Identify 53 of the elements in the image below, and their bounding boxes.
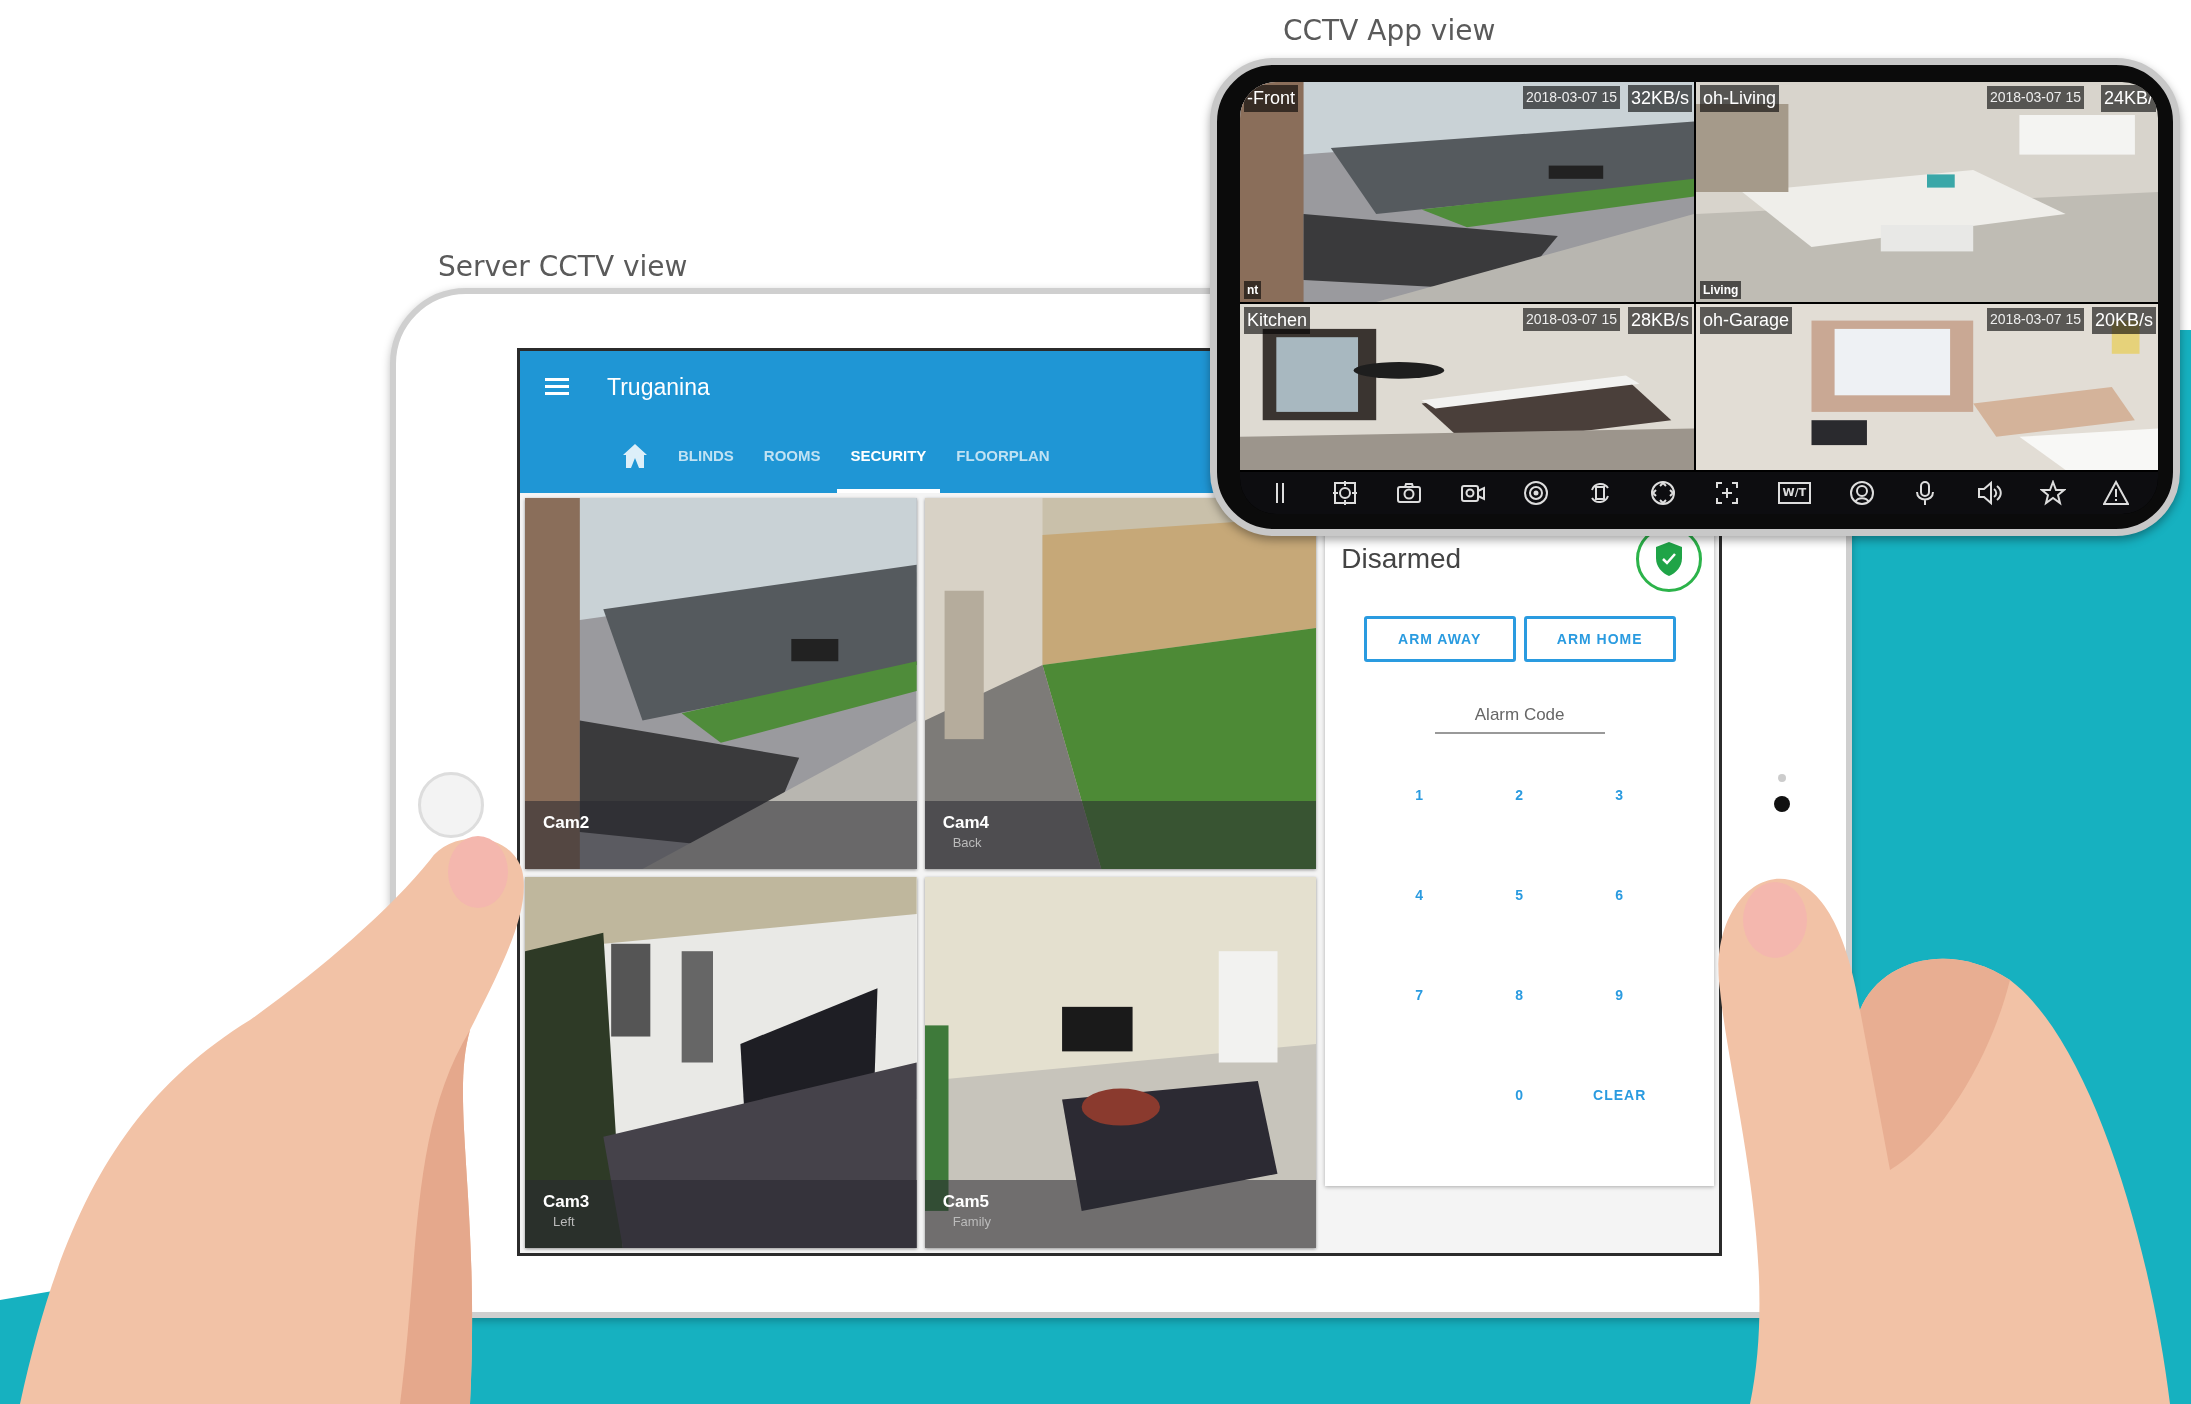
shield-check-icon [1654, 541, 1684, 577]
camera-location: Back [951, 834, 983, 853]
camera-name: Cam5 [942, 1192, 990, 1213]
camera-lens-icon [1774, 796, 1790, 812]
keypad-key[interactable]: 8 [1469, 945, 1570, 1046]
alarm-status: Disarmed [1341, 542, 1462, 576]
bitrate: 24KB/ [2100, 85, 2156, 112]
camera-location: Family [951, 1213, 992, 1232]
target-icon[interactable] [1523, 480, 1550, 506]
bitrate: 32KB/s [1627, 85, 1692, 112]
keypad-key[interactable]: 5 [1469, 845, 1570, 946]
tab[interactable]: FLOORPLAN [942, 423, 1064, 493]
speaker-icon[interactable] [1976, 480, 2002, 506]
device-caption: CCTV App view [1283, 13, 1496, 49]
bitrate: 20KB/s [2091, 307, 2156, 334]
keypad-key[interactable]: 2 [1469, 745, 1570, 846]
menu-icon[interactable] [545, 377, 569, 397]
house-icon [622, 443, 648, 469]
camera-icon[interactable] [1396, 480, 1422, 506]
person-circle-icon[interactable] [1848, 480, 1875, 506]
star-icon[interactable] [2039, 480, 2066, 506]
keypad-key[interactable]: 9 [1569, 945, 1670, 1046]
zoom-toggle[interactable]: W/T [1777, 481, 1812, 505]
feed-name: oh-Garage [1700, 307, 1793, 334]
keypad-key[interactable]: 1 [1369, 745, 1470, 846]
feed-label: nt [1244, 281, 1262, 299]
tab[interactable]: BLINDS [664, 423, 748, 493]
tab[interactable]: SECURITY [836, 423, 941, 493]
keypad-key[interactable]: 6 [1569, 845, 1670, 946]
feed-timestamp: 2018-03-07 15 [1986, 308, 2084, 331]
arm-button[interactable]: ARM AWAY [1363, 616, 1516, 662]
keypad-key[interactable]: CLEAR [1569, 1045, 1670, 1146]
feed-timestamp: 2018-03-07 15 [1986, 86, 2084, 109]
focus-frame-icon[interactable] [1713, 480, 1740, 506]
sensor-icon [1778, 774, 1786, 782]
arm-button[interactable]: ARM HOME [1523, 616, 1676, 662]
keypad-key[interactable]: 7 [1369, 945, 1470, 1046]
camera-name: Cam4 [942, 813, 990, 834]
feed-timestamp: 2018-03-07 15 [1522, 86, 1620, 109]
feed-timestamp: 2018-03-07 15 [1522, 308, 1620, 331]
tab[interactable]: ROOMS [749, 423, 835, 493]
feed-name: oh-Living [1700, 85, 1780, 112]
app-title: Truganina [607, 372, 710, 402]
direction-icon[interactable] [1650, 480, 1677, 506]
feed-name: Kitchen [1244, 307, 1311, 334]
keypad-key[interactable]: 3 [1569, 745, 1670, 846]
keypad-key[interactable]: 0 [1469, 1045, 1570, 1146]
feed-label: Living [1700, 281, 1742, 299]
feed-name: -Front [1244, 85, 1298, 112]
device-caption: Server CCTV view [438, 249, 688, 285]
bitrate: 28KB/s [1627, 307, 1692, 334]
warning-icon[interactable] [2103, 480, 2130, 506]
keypad-key[interactable]: 4 [1369, 845, 1470, 946]
